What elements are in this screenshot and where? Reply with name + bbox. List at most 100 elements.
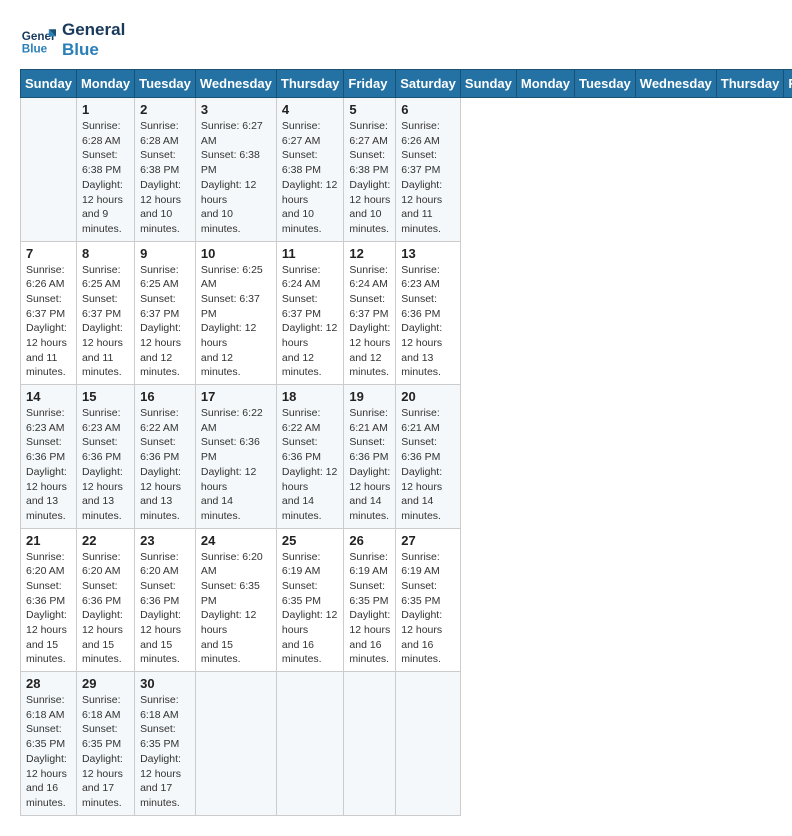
day-number: 23 [140, 533, 190, 548]
calendar-week-5: 28 Sunrise: 6:18 AMSunset: 6:35 PMDayligh… [21, 672, 792, 816]
day-number: 7 [26, 246, 71, 261]
logo-icon: General Blue [20, 22, 56, 58]
day-number: 15 [82, 389, 129, 404]
calendar-cell: 5 Sunrise: 6:27 AMSunset: 6:38 PMDaylight… [344, 98, 396, 242]
header-wednesday: Wednesday [195, 70, 276, 98]
header-saturday: Saturday [396, 70, 461, 98]
calendar-cell: 12 Sunrise: 6:24 AMSunset: 6:37 PMDayligh… [344, 241, 396, 385]
day-number: 29 [82, 676, 129, 691]
calendar-cell [396, 672, 461, 816]
day-number: 26 [349, 533, 390, 548]
calendar-cell: 2 Sunrise: 6:28 AMSunset: 6:38 PMDaylight… [135, 98, 196, 242]
day-number: 4 [282, 102, 339, 117]
calendar-cell: 23 Sunrise: 6:20 AMSunset: 6:36 PMDayligh… [135, 528, 196, 672]
header-tuesday: Tuesday [135, 70, 196, 98]
day-info: Sunrise: 6:20 AMSunset: 6:36 PMDaylight:… [26, 550, 71, 668]
calendar-cell: 1Sunrise: 6:28 AMSunset: 6:38 PMDaylight… [76, 98, 134, 242]
calendar-cell: 11Sunrise: 6:24 AMSunset: 6:37 PMDayligh… [276, 241, 344, 385]
calendar-header-row: SundayMondayTuesdayWednesdayThursdayFrid… [21, 70, 792, 98]
calendar-cell: 3Sunrise: 6:27 AMSunset: 6:38 PMDaylight… [195, 98, 276, 242]
header-monday: Monday [516, 70, 574, 98]
calendar-cell: 7 Sunrise: 6:26 AMSunset: 6:37 PMDaylight… [21, 241, 77, 385]
calendar-cell: 17 Sunrise: 6:22 AMSunset: 6:36 PMDayligh… [195, 385, 276, 529]
calendar-cell: 16Sunrise: 6:22 AMSunset: 6:36 PMDayligh… [135, 385, 196, 529]
calendar-week-2: 7 Sunrise: 6:26 AMSunset: 6:37 PMDaylight… [21, 241, 792, 385]
day-number: 24 [201, 533, 271, 548]
day-number: 10 [201, 246, 271, 261]
calendar-cell: 19Sunrise: 6:21 AMSunset: 6:36 PMDayligh… [344, 385, 396, 529]
day-number: 2 [140, 102, 190, 117]
calendar-cell: 29 Sunrise: 6:18 AMSunset: 6:35 PMDayligh… [76, 672, 134, 816]
calendar-cell: 20Sunrise: 6:21 AMSunset: 6:36 PMDayligh… [396, 385, 461, 529]
day-info: Sunrise: 6:18 AMSunset: 6:35 PMDaylight:… [82, 693, 129, 811]
calendar-cell [21, 98, 77, 242]
day-info: Sunrise: 6:18 AMSunset: 6:35 PMDaylight:… [140, 693, 190, 811]
calendar-cell: 26 Sunrise: 6:19 AMSunset: 6:35 PMDayligh… [344, 528, 396, 672]
day-info: Sunrise: 6:25 AMSunset: 6:37 PMDaylight:… [201, 263, 271, 381]
day-info: Sunrise: 6:26 AMSunset: 6:37 PMDaylight:… [26, 263, 71, 381]
calendar-cell [276, 672, 344, 816]
day-info: Sunrise: 6:22 AMSunset: 6:36 PMDaylight:… [282, 406, 339, 524]
day-info: Sunrise: 6:18 AMSunset: 6:35 PMDaylight:… [26, 693, 71, 811]
logo-general: General [62, 20, 125, 40]
header-monday: Monday [76, 70, 134, 98]
calendar-cell: 14Sunrise: 6:23 AMSunset: 6:36 PMDayligh… [21, 385, 77, 529]
calendar-cell: 30 Sunrise: 6:18 AMSunset: 6:35 PMDayligh… [135, 672, 196, 816]
logo-blue: Blue [62, 40, 125, 60]
calendar-cell: 10 Sunrise: 6:25 AMSunset: 6:37 PMDayligh… [195, 241, 276, 385]
day-info: Sunrise: 6:28 AMSunset: 6:38 PMDaylight:… [140, 119, 190, 237]
calendar-cell [344, 672, 396, 816]
day-number: 8 [82, 246, 129, 261]
calendar-week-1: 1Sunrise: 6:28 AMSunset: 6:38 PMDaylight… [21, 98, 792, 242]
page-header: General Blue General Blue [20, 20, 772, 59]
header-thursday: Thursday [716, 70, 784, 98]
header-sunday: Sunday [460, 70, 516, 98]
calendar-cell: 25 Sunrise: 6:19 AMSunset: 6:35 PMDayligh… [276, 528, 344, 672]
day-number: 21 [26, 533, 71, 548]
calendar-cell: 4 Sunrise: 6:27 AMSunset: 6:38 PMDaylight… [276, 98, 344, 242]
day-number: 27 [401, 533, 455, 548]
calendar-table: SundayMondayTuesdayWednesdayThursdayFrid… [20, 69, 792, 816]
calendar-cell: 6 Sunrise: 6:26 AMSunset: 6:37 PMDaylight… [396, 98, 461, 242]
day-number: 6 [401, 102, 455, 117]
day-number: 25 [282, 533, 339, 548]
header-friday: Friday [344, 70, 396, 98]
calendar-cell: 18Sunrise: 6:22 AMSunset: 6:36 PMDayligh… [276, 385, 344, 529]
calendar-cell: 9 Sunrise: 6:25 AMSunset: 6:37 PMDaylight… [135, 241, 196, 385]
day-number: 16 [140, 389, 190, 404]
day-info: Sunrise: 6:23 AMSunset: 6:36 PMDaylight:… [82, 406, 129, 524]
day-info: Sunrise: 6:27 AMSunset: 6:38 PMDaylight:… [282, 119, 339, 237]
day-number: 14 [26, 389, 71, 404]
day-number: 19 [349, 389, 390, 404]
day-number: 22 [82, 533, 129, 548]
day-info: Sunrise: 6:19 AMSunset: 6:35 PMDaylight:… [282, 550, 339, 668]
day-info: Sunrise: 6:23 AMSunset: 6:36 PMDaylight:… [401, 263, 455, 381]
day-info: Sunrise: 6:19 AMSunset: 6:35 PMDaylight:… [349, 550, 390, 668]
calendar-cell: 24 Sunrise: 6:20 AMSunset: 6:35 PMDayligh… [195, 528, 276, 672]
header-sunday: Sunday [21, 70, 77, 98]
day-number: 30 [140, 676, 190, 691]
calendar-cell: 21 Sunrise: 6:20 AMSunset: 6:36 PMDayligh… [21, 528, 77, 672]
day-number: 13 [401, 246, 455, 261]
day-info: Sunrise: 6:24 AMSunset: 6:37 PMDaylight:… [349, 263, 390, 381]
calendar-cell: 13 Sunrise: 6:23 AMSunset: 6:36 PMDayligh… [396, 241, 461, 385]
day-number: 17 [201, 389, 271, 404]
day-info: Sunrise: 6:20 AMSunset: 6:36 PMDaylight:… [82, 550, 129, 668]
day-info: Sunrise: 6:27 AMSunset: 6:38 PMDaylight:… [349, 119, 390, 237]
calendar-week-4: 21 Sunrise: 6:20 AMSunset: 6:36 PMDayligh… [21, 528, 792, 672]
day-info: Sunrise: 6:20 AMSunset: 6:35 PMDaylight:… [201, 550, 271, 668]
day-info: Sunrise: 6:24 AMSunset: 6:37 PMDaylight:… [282, 263, 339, 381]
day-number: 9 [140, 246, 190, 261]
day-number: 28 [26, 676, 71, 691]
day-info: Sunrise: 6:22 AMSunset: 6:36 PMDaylight:… [201, 406, 271, 524]
logo: General Blue General Blue [20, 20, 125, 59]
calendar-cell [195, 672, 276, 816]
day-number: 5 [349, 102, 390, 117]
header-friday: Friday [784, 70, 792, 98]
day-info: Sunrise: 6:25 AMSunset: 6:37 PMDaylight:… [140, 263, 190, 381]
day-info: Sunrise: 6:26 AMSunset: 6:37 PMDaylight:… [401, 119, 455, 237]
day-number: 12 [349, 246, 390, 261]
calendar-week-3: 14 Sunrise: 6:23 AMSunset: 6:36 PMDayligh… [21, 385, 792, 529]
calendar-cell: 8Sunrise: 6:25 AMSunset: 6:37 PMDaylight… [76, 241, 134, 385]
day-info: Sunrise: 6:20 AMSunset: 6:36 PMDaylight:… [140, 550, 190, 668]
